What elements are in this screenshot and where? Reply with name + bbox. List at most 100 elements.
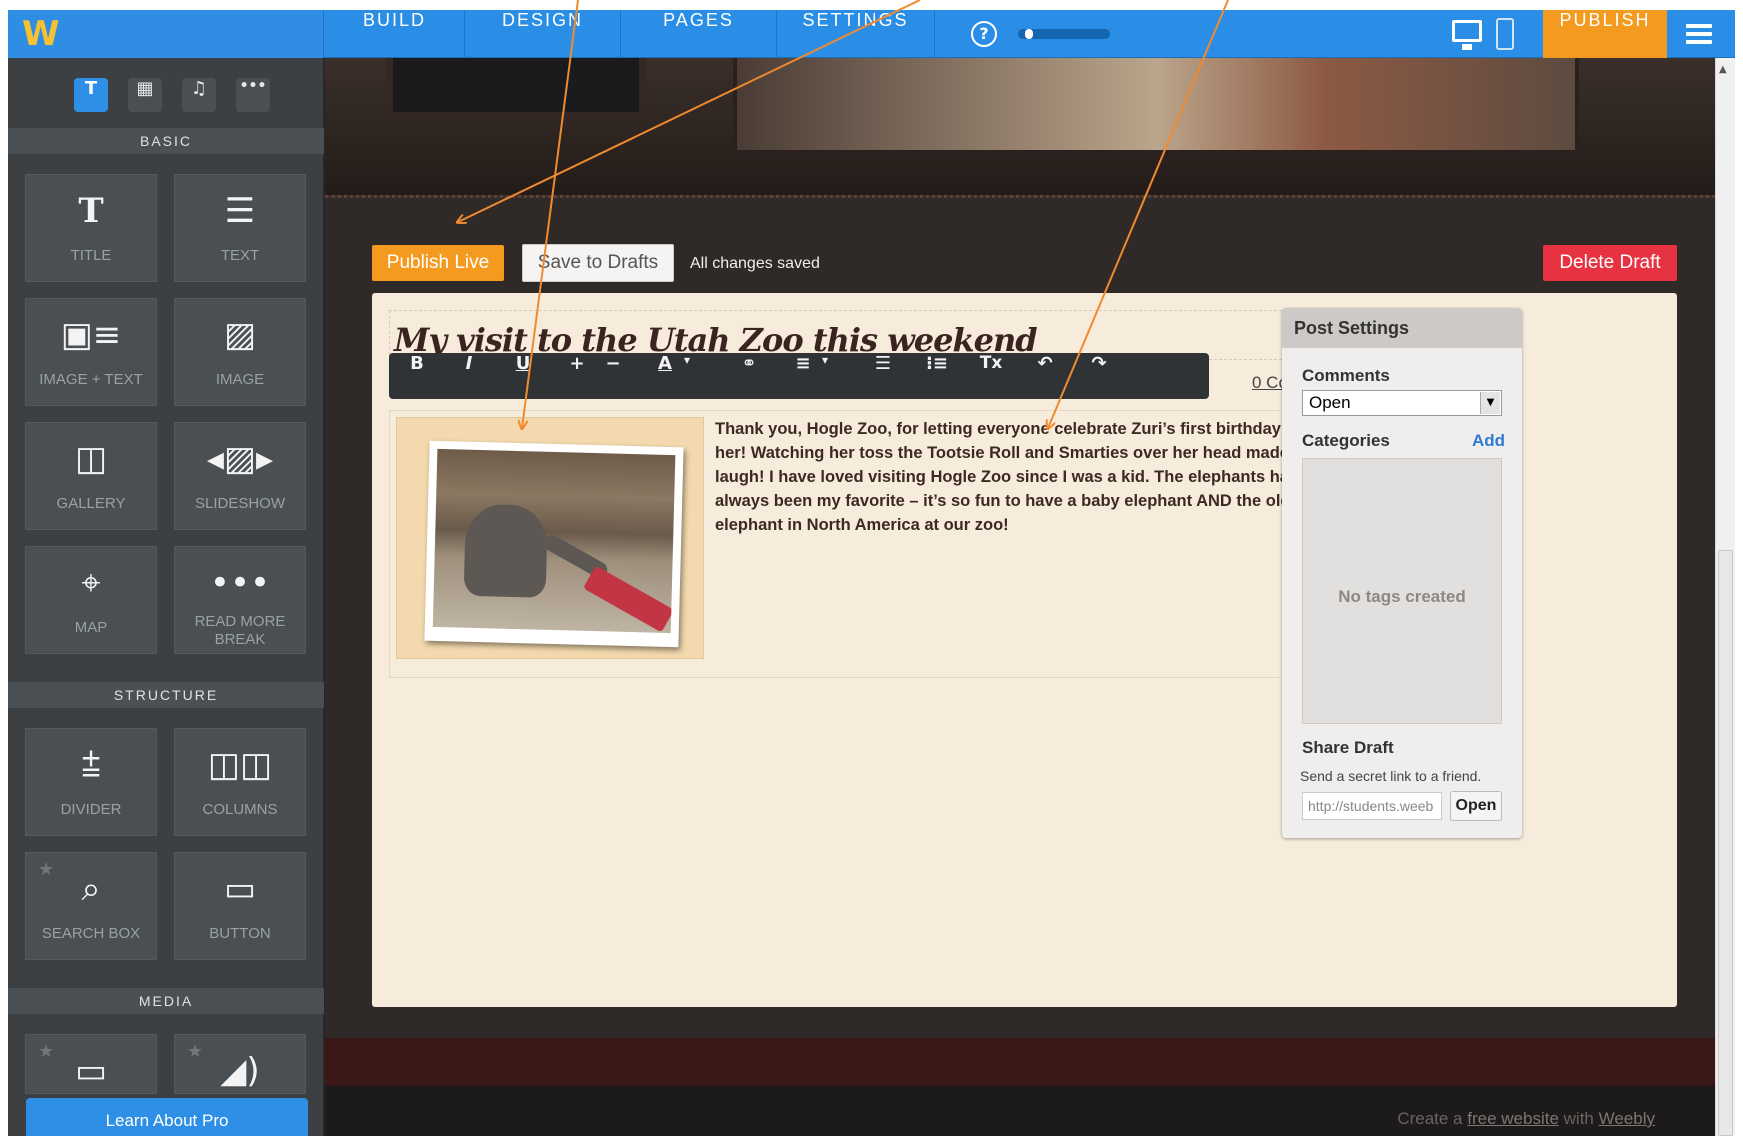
element-read-more[interactable]: ••• READ MORE BREAK xyxy=(174,546,306,654)
scroll-up-icon[interactable]: ▲ xyxy=(1719,64,1727,75)
elephant-photo[interactable] xyxy=(424,440,684,648)
element-audio[interactable]: ★ ◢) xyxy=(174,1034,306,1094)
element-image-text[interactable]: ▣≡ IMAGE + TEXT xyxy=(25,298,157,406)
tab-settings[interactable]: SETTINGS xyxy=(777,10,935,58)
element-label: TITLE xyxy=(70,247,112,264)
weebly-editor-window: W BUILD DESIGN PAGES SETTINGS ? PUBLISH … xyxy=(8,10,1735,1136)
chevron-down-icon[interactable]: ▼ xyxy=(1480,392,1500,414)
italic-icon[interactable]: I xyxy=(449,353,489,399)
divider-icon: ⩲ xyxy=(81,745,101,785)
clear-format-icon[interactable]: Tx xyxy=(971,353,1011,399)
section-media: MEDIA xyxy=(8,988,324,1014)
element-label: IMAGE + TEXT xyxy=(39,371,143,388)
site-footer: Create a free website with Weebly xyxy=(325,1086,1715,1136)
element-text[interactable]: ☰ TEXT xyxy=(174,174,306,282)
comments-select[interactable]: Open ▼ xyxy=(1302,390,1502,416)
image-text-block[interactable]: Thank you, Hogle Zoo, for letting everyo… xyxy=(389,410,1357,678)
comments-label: Comments xyxy=(1302,366,1390,385)
footer-prefix: Create a xyxy=(1397,1109,1468,1128)
header-banner xyxy=(325,58,1715,198)
element-map[interactable]: ⌖ MAP xyxy=(25,546,157,654)
tab-build[interactable]: BUILD xyxy=(325,10,465,58)
text-icon: ☰ xyxy=(224,191,256,231)
align-dropdown-icon[interactable]: ▾ xyxy=(815,353,835,399)
desktop-view-icon[interactable] xyxy=(1452,20,1482,50)
increase-size-icon[interactable]: + xyxy=(557,353,597,399)
search-icon: ⌕ xyxy=(81,869,101,909)
columns-icon: ◫◫ xyxy=(207,745,273,785)
element-divider[interactable]: ⩲ DIVIDER xyxy=(25,728,157,836)
tab-design[interactable]: DESIGN xyxy=(465,10,621,58)
top-bar: W BUILD DESIGN PAGES SETTINGS ? PUBLISH xyxy=(8,10,1735,58)
hamburger-menu-icon[interactable] xyxy=(1686,24,1712,44)
post-body-text[interactable]: Thank you, Hogle Zoo, for letting everyo… xyxy=(715,417,1351,537)
save-to-drafts-button[interactable]: Save to Drafts xyxy=(522,244,674,282)
share-draft-label: Share Draft xyxy=(1302,738,1394,757)
title-icon: T xyxy=(78,191,104,231)
element-slideshow[interactable]: ◂▨▸ SLIDESHOW xyxy=(174,422,306,530)
element-title[interactable]: T TITLE xyxy=(25,174,157,282)
header-image-left xyxy=(385,58,647,120)
element-label: TEXT xyxy=(220,247,260,264)
element-label: DIVIDER xyxy=(60,801,122,818)
element-gallery[interactable]: ◫ GALLERY xyxy=(25,422,157,530)
share-url-field[interactable]: http://students.weeb xyxy=(1302,792,1442,820)
tab-pages[interactable]: PAGES xyxy=(621,10,777,58)
post-settings-panel: Post Settings Comments Open ▼ Categories… xyxy=(1282,308,1522,838)
element-label: SEARCH BOX xyxy=(41,925,141,942)
font-color-dropdown-icon[interactable]: ▾ xyxy=(677,353,697,399)
post-settings-title: Post Settings xyxy=(1282,308,1522,348)
slideshow-icon: ◂▨▸ xyxy=(206,439,274,479)
text-elements-tab-icon[interactable]: T xyxy=(74,78,108,112)
mobile-view-icon[interactable] xyxy=(1496,18,1514,50)
audio-icon: ◢) xyxy=(220,1051,260,1091)
progress-slider-knob[interactable] xyxy=(1024,29,1033,39)
underline-icon[interactable]: U xyxy=(503,353,543,399)
section-structure: STRUCTURE xyxy=(8,682,324,708)
element-label: BUTTON xyxy=(209,925,271,942)
delete-draft-button[interactable]: Delete Draft xyxy=(1543,245,1677,281)
element-button[interactable]: ▭ BUTTON xyxy=(174,852,306,960)
photo-frame[interactable] xyxy=(396,417,704,659)
read-more-icon: ••• xyxy=(209,563,271,603)
element-label: MAP xyxy=(74,619,108,636)
page-canvas: Publish Live Save to Drafts All changes … xyxy=(325,58,1715,1136)
image-text-icon: ▣≡ xyxy=(60,315,122,355)
image-icon: ▨ xyxy=(223,315,257,355)
element-label: READ MORE BREAK xyxy=(194,613,286,648)
free-website-link[interactable]: free website xyxy=(1467,1109,1559,1128)
progress-slider[interactable] xyxy=(1018,29,1110,39)
bullet-list-icon[interactable]: ☰ xyxy=(863,353,903,399)
footer-middle: with xyxy=(1558,1109,1599,1128)
learn-about-pro-button[interactable]: Learn About Pro xyxy=(26,1098,308,1136)
bold-icon[interactable]: B xyxy=(397,353,437,399)
blog-post-editor: My visit to the Utah Zoo this weekend B … xyxy=(372,293,1677,1007)
add-category-link[interactable]: Add xyxy=(1472,431,1505,451)
scrollbar-thumb[interactable] xyxy=(1718,550,1733,1136)
help-icon[interactable]: ? xyxy=(971,21,997,47)
publish-live-button[interactable]: Publish Live xyxy=(372,245,504,281)
video-icon: ▭ xyxy=(74,1051,108,1091)
weebly-logo-icon[interactable]: W xyxy=(22,17,60,51)
open-share-link-button[interactable]: Open xyxy=(1450,791,1502,821)
element-label: SLIDESHOW xyxy=(194,495,285,512)
element-label: IMAGE xyxy=(215,371,265,388)
publish-button[interactable]: PUBLISH xyxy=(1543,10,1667,58)
numbered-list-icon[interactable]: ⁝≡ xyxy=(917,353,957,399)
layout-elements-tab-icon[interactable]: ▦ xyxy=(128,78,162,112)
element-image[interactable]: ▨ IMAGE xyxy=(174,298,306,406)
media-elements-tab-icon[interactable]: ♫ xyxy=(182,78,216,112)
undo-icon[interactable]: ↶ xyxy=(1025,353,1065,399)
vertical-scrollbar[interactable]: ▲ xyxy=(1715,58,1735,1136)
redo-icon[interactable]: ↷ xyxy=(1079,353,1119,399)
decrease-size-icon[interactable]: − xyxy=(593,353,633,399)
tootsie-roll xyxy=(583,565,675,633)
element-search-box[interactable]: ★ ⌕ SEARCH BOX xyxy=(25,852,157,960)
save-status: All changes saved xyxy=(690,255,820,272)
element-video[interactable]: ★ ▭ xyxy=(25,1034,157,1094)
link-icon[interactable]: ⚭ xyxy=(729,353,769,399)
weebly-link[interactable]: Weebly xyxy=(1599,1109,1655,1128)
element-columns[interactable]: ◫◫ COLUMNS xyxy=(174,728,306,836)
element-label: COLUMNS xyxy=(202,801,278,818)
more-elements-tab-icon[interactable]: ••• xyxy=(236,78,270,112)
